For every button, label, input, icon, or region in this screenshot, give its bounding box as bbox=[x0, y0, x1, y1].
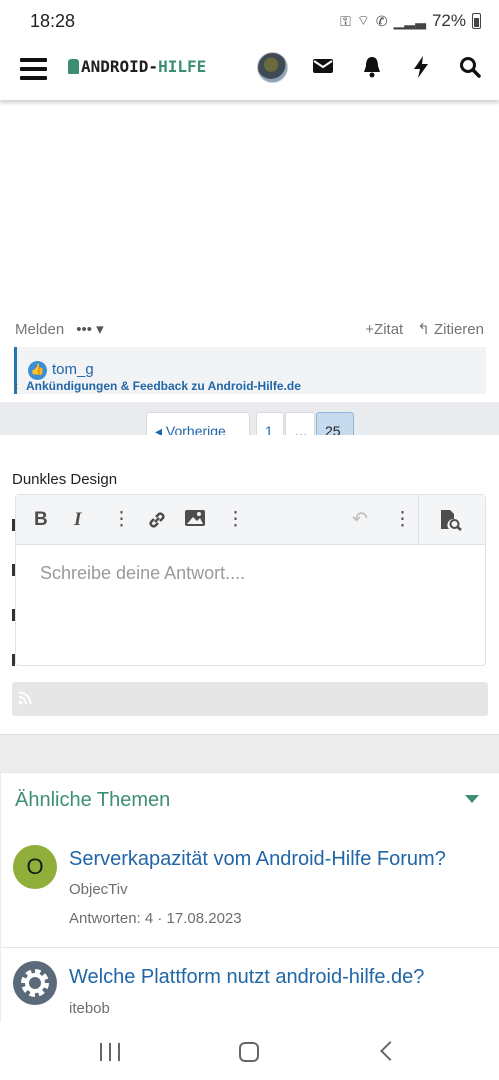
thread-author[interactable]: itebob bbox=[69, 1000, 110, 1017]
page-1-button[interactable]: 1 bbox=[256, 412, 284, 435]
divider bbox=[1, 947, 499, 948]
gear-icon[interactable] bbox=[13, 961, 57, 1005]
recent-apps-icon[interactable] bbox=[100, 1043, 120, 1061]
logo-text: ANDROID-HILFE bbox=[81, 57, 207, 76]
rss-bar bbox=[12, 682, 488, 716]
home-icon[interactable] bbox=[239, 1042, 259, 1062]
list-item[interactable]: O Serverkapazität vom Android-Hilfe Foru… bbox=[1, 841, 499, 947]
chevron-left-icon: ‹ bbox=[14, 379, 18, 393]
bell-icon[interactable] bbox=[362, 56, 382, 83]
search-icon[interactable] bbox=[459, 56, 481, 83]
menu-icon[interactable] bbox=[20, 58, 47, 80]
android-robot-icon bbox=[68, 59, 79, 74]
reply-input[interactable]: Schreibe deine Antwort.... bbox=[40, 563, 245, 584]
similar-threads: Ähnliche Themen O Serverkapazität vom An… bbox=[1, 772, 499, 1022]
report-link[interactable]: Melden bbox=[15, 321, 64, 338]
more-actions-button[interactable]: ••• ▾ bbox=[76, 320, 103, 338]
chevron-down-icon: ▾ bbox=[96, 321, 104, 338]
previous-page-button[interactable]: ◂ Vorherige bbox=[146, 412, 250, 435]
user-avatar[interactable] bbox=[257, 52, 288, 83]
quote-button[interactable]: +Zitat bbox=[365, 321, 403, 338]
post-actions: Melden ••• ▾ +Zitat ↰ Zitieren bbox=[0, 320, 499, 342]
editor-toolbar: B I ⋮ ⋮ ↶ ⋮ bbox=[16, 495, 485, 545]
status-time: 18:28 bbox=[30, 11, 76, 31]
italic-icon[interactable]: I bbox=[74, 509, 81, 531]
app-header: ANDROID-HILFE bbox=[0, 44, 499, 100]
similar-threads-heading: Ähnliche Themen bbox=[15, 789, 171, 811]
back-icon[interactable] bbox=[380, 1041, 400, 1061]
preview-icon[interactable] bbox=[439, 509, 463, 537]
thread-title[interactable]: Welche Plattform nutzt android-hilfe.de? bbox=[69, 966, 424, 989]
user-avatar-letter[interactable]: O bbox=[13, 845, 57, 889]
key-icon: ⚿ bbox=[340, 12, 351, 29]
toolbar-divider bbox=[418, 495, 419, 545]
thread-author[interactable]: ObjecTiv bbox=[69, 881, 128, 898]
cite-button[interactable]: ↰ Zitieren bbox=[417, 320, 484, 338]
envelope-icon[interactable] bbox=[312, 56, 334, 80]
plus-icon: + bbox=[365, 320, 375, 338]
list-item[interactable]: Welche Plattform nutzt android-hilfe.de?… bbox=[1, 957, 499, 1022]
content-blank-area bbox=[0, 100, 499, 310]
link-icon[interactable] bbox=[146, 509, 168, 537]
bold-icon[interactable]: B bbox=[34, 509, 48, 531]
page-ellipsis[interactable]: … bbox=[285, 412, 315, 435]
style-chooser-dark[interactable]: Dunkles Design bbox=[12, 471, 117, 488]
battery-percent: 72% bbox=[431, 11, 466, 30]
breadcrumb-forum[interactable]: Ankündigungen & Feedback zu Android-Hilf… bbox=[26, 379, 301, 393]
wifi-icon: ⌔ bbox=[356, 12, 370, 28]
more-format-icon[interactable]: ⋮ bbox=[112, 509, 131, 531]
rss-icon[interactable] bbox=[18, 691, 32, 709]
site-logo[interactable]: ANDROID-HILFE bbox=[68, 57, 206, 76]
thread-meta: Antworten: 4 · 17.08.2023 bbox=[69, 910, 242, 927]
undo-icon[interactable]: ↶ bbox=[352, 509, 368, 531]
lightning-icon[interactable] bbox=[413, 56, 429, 83]
reaction-user[interactable]: tom_g bbox=[52, 361, 94, 378]
breadcrumb[interactable]: ‹ Ankündigungen & Feedback zu Android-Hil… bbox=[14, 379, 486, 393]
more-options-icon[interactable]: ⋮ bbox=[393, 509, 412, 531]
reply-arrow-icon: ↰ bbox=[417, 321, 430, 338]
signal-icon: ▁▂▃ bbox=[393, 12, 426, 29]
page-25-button[interactable]: 25 bbox=[316, 412, 354, 435]
thread-title[interactable]: Serverkapazität vom Android-Hilfe Forum? bbox=[69, 848, 446, 871]
thumbs-up-icon: 👍 bbox=[28, 361, 47, 380]
status-bar: 18:28 ⚿ ⌔ ✆ ▁▂▃ 72% bbox=[0, 0, 499, 44]
reply-editor: B I ⋮ ⋮ ↶ ⋮ Schreibe deine Antwort.... bbox=[15, 494, 486, 666]
pagination: ◂ Vorherige 1 … 25 bbox=[0, 402, 499, 435]
wifi-call-icon: ✆ bbox=[375, 12, 388, 29]
image-icon[interactable] bbox=[184, 509, 206, 533]
more-insert-icon[interactable]: ⋮ bbox=[226, 509, 245, 531]
system-navigation-bar bbox=[0, 1022, 499, 1080]
collapse-triangle-icon[interactable] bbox=[465, 795, 479, 803]
battery-icon bbox=[472, 13, 481, 29]
